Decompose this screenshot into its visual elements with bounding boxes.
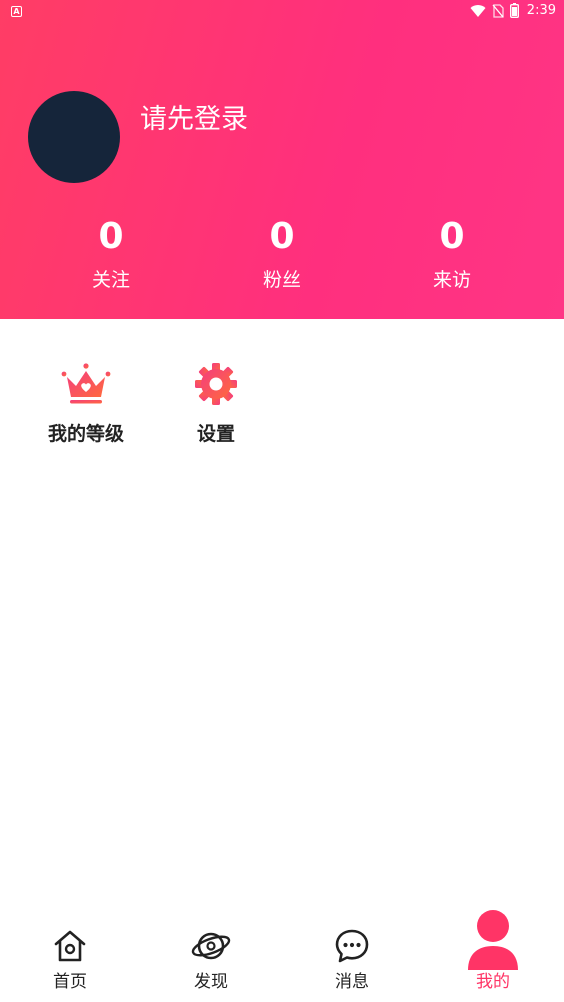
status-right: 2:39	[470, 3, 556, 18]
stat-label: 来访	[432, 269, 471, 291]
stat-fans[interactable]: 0 粉丝	[212, 214, 352, 294]
nav-label-discover: 发现	[194, 972, 228, 992]
home-icon	[54, 930, 86, 962]
person-icon	[468, 910, 518, 970]
crown-icon	[61, 363, 111, 404]
nav-label-home: 首页	[53, 972, 87, 992]
stat-value: 0	[439, 216, 465, 257]
nav-item-messages[interactable]: 消息	[302, 906, 402, 1002]
settings-button[interactable]: 设置	[156, 362, 276, 448]
nav-item-profile[interactable]: 我的	[443, 906, 543, 1002]
nav-item-discover[interactable]: 发现	[161, 906, 261, 1002]
planet-icon	[191, 932, 231, 960]
stat-value: 0	[269, 216, 295, 257]
stat-label: 粉丝	[262, 269, 301, 291]
chat-bubble-icon	[335, 929, 369, 963]
stat-visitors[interactable]: 0 来访	[382, 214, 522, 294]
stat-value: 0	[98, 216, 124, 257]
notification-icon: A	[11, 6, 22, 17]
my-level-button[interactable]: 我的等级	[26, 362, 146, 448]
login-prompt[interactable]: 请先登录	[140, 100, 248, 140]
avatar[interactable]	[28, 91, 120, 183]
stat-label: 关注	[91, 269, 130, 291]
nav-label-profile: 我的	[476, 972, 510, 992]
nav-item-home[interactable]: 首页	[20, 906, 120, 1002]
wifi-icon	[470, 4, 486, 17]
status-bar: A 2:39	[0, 0, 564, 24]
battery-icon	[509, 3, 519, 18]
settings-label: 设置	[196, 423, 235, 445]
my-level-label: 我的等级	[47, 423, 124, 445]
stat-following[interactable]: 0 关注	[41, 214, 181, 294]
profile-page: A 2:39 请先登录 0 关注 0 粉丝 0 来访 我的等级 设置 首页 发现…	[0, 0, 564, 1002]
nav-label-messages: 消息	[335, 972, 369, 992]
gear-icon	[195, 363, 237, 405]
profile-header: A 2:39 请先登录 0 关注 0 粉丝 0 来访	[0, 0, 564, 319]
no-sim-icon	[492, 3, 504, 18]
bottom-nav: 首页 发现 消息 我的	[0, 906, 564, 1002]
status-time: 2:39	[526, 3, 556, 18]
